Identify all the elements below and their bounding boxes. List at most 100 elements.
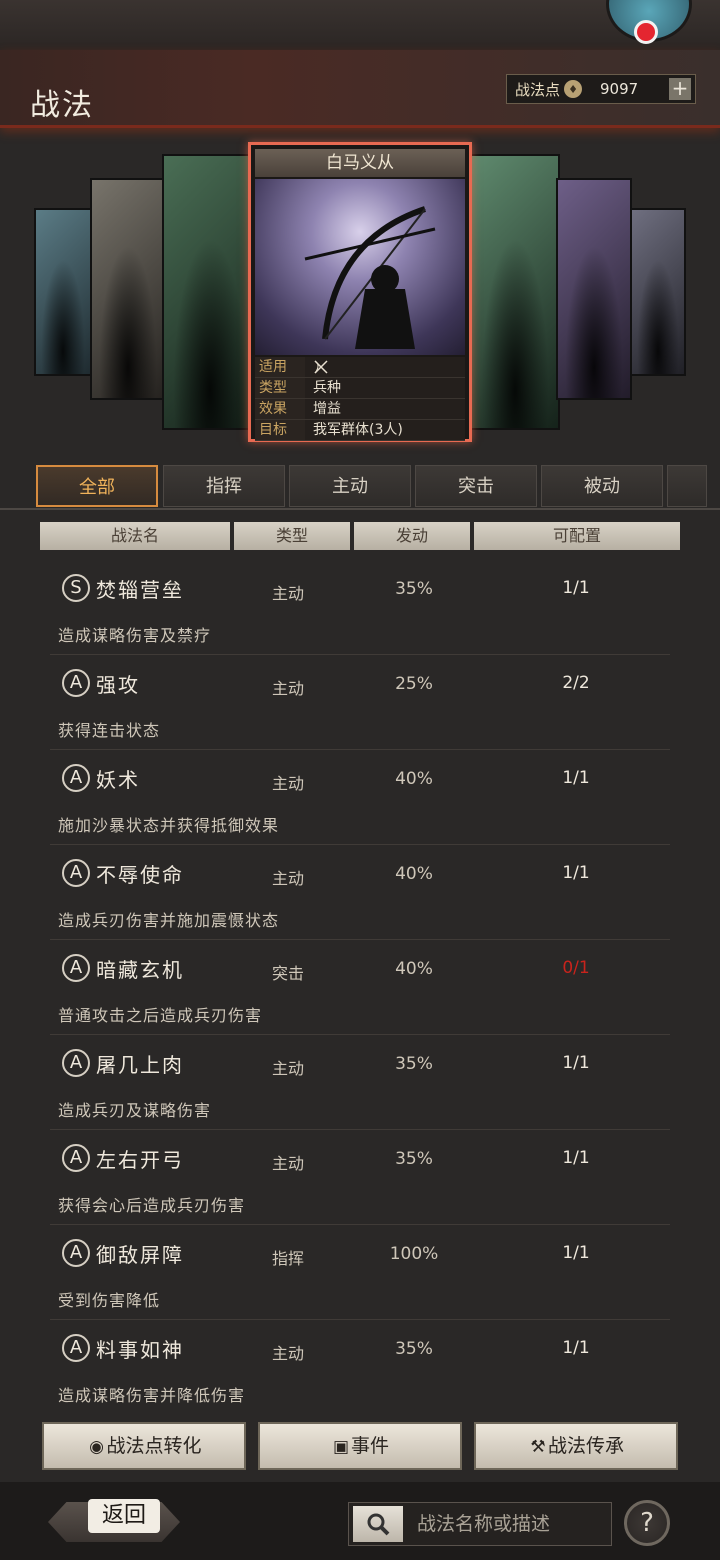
skill-type: 主动	[272, 1154, 305, 1173]
info-value: 兵种	[305, 378, 465, 398]
footer: 返回 ?	[0, 1482, 720, 1560]
search-icon[interactable]	[353, 1506, 403, 1542]
skill-type: 主动	[272, 584, 305, 603]
skill-row[interactable]: A 左右开弓 主动 35% 1/1 获得会心后造成兵刃伤害	[0, 1130, 720, 1225]
tab-all[interactable]: 全部	[36, 465, 158, 507]
add-points-button[interactable]: +	[669, 78, 691, 100]
filter-tabs: 全部 指挥 主动 突击 被动	[36, 465, 720, 509]
skill-desc: 普通攻击之后造成兵刃伤害	[58, 1006, 263, 1025]
featured-card-title: 白马义从	[255, 149, 465, 177]
grade-badge: A	[62, 764, 90, 792]
tab-active[interactable]: 主动	[289, 465, 411, 507]
skill-count: 1/1	[562, 1243, 590, 1263]
skill-row[interactable]: A 料事如神 主动 35% 1/1 造成谋略伤害并降低伤害	[0, 1320, 720, 1415]
skill-row[interactable]: A 妖术 主动 40% 1/1 施加沙暴状态并获得抵御效果	[0, 750, 720, 845]
skill-count: 1/1	[562, 1053, 590, 1073]
skill-row[interactable]: A 屠几上肉 主动 35% 1/1 造成兵刃及谋略伤害	[0, 1035, 720, 1130]
skill-rate: 35%	[395, 579, 433, 599]
events-button[interactable]: ▣ 事件	[258, 1422, 462, 1470]
info-value: 我军群体(3人)	[305, 420, 465, 440]
tab-assault[interactable]: 突击	[415, 465, 537, 507]
flame-icon: ♦	[564, 80, 583, 98]
points-box: 战法点 ♦ 9097 +	[506, 74, 696, 104]
grade-badge: A	[62, 669, 90, 697]
button-label: 战法点转化	[106, 1435, 202, 1457]
carousel-card[interactable]	[34, 208, 92, 376]
carousel-card[interactable]	[162, 154, 258, 430]
skill-type: 主动	[272, 1059, 305, 1078]
column-headers: 战法名 类型 发动 可配置	[40, 522, 680, 550]
carousel-card[interactable]	[470, 154, 560, 430]
skill-desc: 获得会心后造成兵刃伤害	[58, 1196, 246, 1215]
info-key: 效果	[255, 399, 305, 419]
skill-rate: 35%	[395, 1339, 433, 1359]
skill-row[interactable]: A 不辱使命 主动 40% 1/1 造成兵刃伤害并施加震慑状态	[0, 845, 720, 940]
column-header-type[interactable]: 类型	[234, 522, 350, 550]
inherit-button[interactable]: ⚒ 战法传承	[474, 1422, 678, 1470]
skill-rate: 40%	[395, 959, 433, 979]
skill-count: 1/1	[562, 863, 590, 883]
skill-rate: 40%	[395, 769, 433, 789]
skill-count: 1/1	[562, 1338, 590, 1358]
info-row: 类型 兵种	[255, 378, 465, 399]
skill-rate: 35%	[395, 1149, 433, 1169]
carousel-card[interactable]	[556, 178, 632, 400]
archer-silhouette-icon	[304, 206, 436, 349]
skill-count: 1/1	[562, 578, 590, 598]
skill-name: 御敌屏障	[96, 1243, 184, 1267]
skill-desc: 施加沙暴状态并获得抵御效果	[58, 816, 280, 835]
skill-row[interactable]: A 暗藏玄机 突击 40% 0/1 普通攻击之后造成兵刃伤害	[0, 940, 720, 1035]
skill-desc: 获得连击状态	[58, 721, 161, 740]
back-button[interactable]: 返回	[88, 1499, 160, 1533]
skill-name: 焚辎营垒	[96, 578, 184, 602]
carousel-card[interactable]	[630, 208, 686, 376]
help-button[interactable]: ?	[624, 1500, 670, 1546]
skill-type: 主动	[272, 869, 305, 888]
skill-desc: 造成兵刃伤害并施加震慑状态	[58, 911, 280, 930]
skill-name: 暗藏玄机	[96, 958, 184, 982]
tab-passive[interactable]: 被动	[541, 465, 663, 507]
grade-badge: A	[62, 1144, 90, 1172]
carousel-card[interactable]	[90, 178, 166, 400]
hammer-icon: ⚒	[530, 1437, 546, 1457]
skill-type: 主动	[272, 774, 305, 793]
skill-row[interactable]: A 强攻 主动 25% 2/2 获得连击状态	[0, 655, 720, 750]
skill-desc: 受到伤害降低	[58, 1291, 161, 1310]
skill-type: 主动	[272, 679, 305, 698]
convert-points-button[interactable]: ◉ 战法点转化	[42, 1422, 246, 1470]
search-box	[348, 1502, 612, 1546]
tab-more[interactable]	[667, 465, 707, 507]
skill-carousel[interactable]: 白马义从 适用 类型 兵种 效果 增益 目标 我军群体(3人)	[0, 130, 720, 460]
search-input[interactable]	[417, 1513, 607, 1535]
info-value: 增益	[305, 399, 465, 419]
button-label: 事件	[350, 1435, 389, 1457]
grade-badge: A	[62, 1239, 90, 1267]
featured-skill-card[interactable]: 白马义从 适用 类型 兵种 效果 增益 目标 我军群体(3人)	[248, 142, 472, 442]
tabs-divider	[0, 508, 720, 510]
skill-count: 2/2	[562, 673, 590, 693]
skill-desc: 造成谋略伤害并降低伤害	[58, 1386, 246, 1405]
bow-icon	[305, 357, 465, 377]
skill-rate: 25%	[395, 674, 433, 694]
skill-name: 妖术	[96, 768, 140, 792]
column-header-rate[interactable]: 发动	[354, 522, 470, 550]
skill-row[interactable]: A 御敌屏障 指挥 100% 1/1 受到伤害降低	[0, 1225, 720, 1320]
page-title: 战法	[30, 88, 94, 123]
skill-type: 指挥	[272, 1249, 305, 1268]
flame-icon: ◉	[89, 1437, 104, 1457]
tab-command[interactable]: 指挥	[163, 465, 285, 507]
notification-dot	[634, 20, 658, 44]
featured-card-info: 适用 类型 兵种 效果 增益 目标 我军群体(3人)	[255, 357, 465, 441]
skill-name: 料事如神	[96, 1338, 184, 1362]
info-key: 适用	[255, 357, 305, 377]
column-header-name[interactable]: 战法名	[40, 522, 230, 550]
info-key: 类型	[255, 378, 305, 398]
skill-type: 主动	[272, 1344, 305, 1363]
column-header-available[interactable]: 可配置	[474, 522, 680, 550]
skill-row[interactable]: S 焚辎营垒 主动 35% 1/1 造成谋略伤害及禁疗	[0, 560, 720, 655]
grade-badge: A	[62, 859, 90, 887]
skill-name: 左右开弓	[96, 1148, 184, 1172]
info-row: 目标 我军群体(3人)	[255, 420, 465, 441]
skill-count: 0/1	[562, 958, 590, 978]
skill-rate: 35%	[395, 1054, 433, 1074]
